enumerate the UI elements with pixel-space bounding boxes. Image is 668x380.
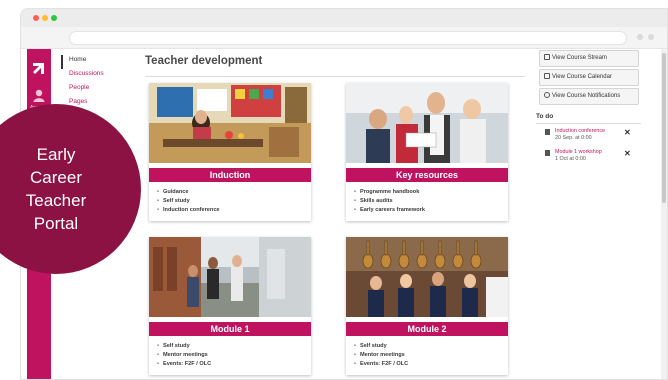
card-link[interactable]: Programme handbook bbox=[354, 188, 508, 197]
view-course-notifications-button[interactable]: View Course Notifications bbox=[539, 88, 639, 105]
course-nav-people[interactable]: People bbox=[61, 83, 121, 97]
view-course-calendar-button[interactable]: View Course Calendar bbox=[539, 69, 639, 86]
user-icon[interactable] bbox=[33, 89, 45, 103]
card-link[interactable]: Early careers framework bbox=[354, 206, 508, 215]
teacher-students-photo bbox=[346, 83, 508, 163]
card-induction[interactable]: Induction Guidance Self study Induction … bbox=[149, 83, 311, 221]
assignment-icon bbox=[545, 129, 550, 135]
course-sidebar: View Course Stream View Course Calendar … bbox=[536, 49, 641, 166]
card-key-resources[interactable]: Key resources Programme handbook Skills … bbox=[346, 83, 508, 221]
card-title: Key resources bbox=[346, 168, 508, 182]
course-nav: Home Discussions People Pages bbox=[61, 55, 121, 111]
course-nav-home[interactable]: Home bbox=[61, 55, 121, 69]
card-link-list: Self study Mentor meetings Events: F2F /… bbox=[149, 336, 311, 375]
badge-line: Career bbox=[30, 168, 82, 187]
button-label: View Course Notifications bbox=[552, 93, 621, 99]
badge-line: Portal bbox=[33, 214, 79, 233]
assignment-icon bbox=[545, 150, 550, 156]
close-window-icon[interactable] bbox=[33, 15, 39, 21]
dismiss-icon[interactable]: ✕ bbox=[624, 128, 631, 137]
course-nav-discussions[interactable]: Discussions bbox=[61, 69, 121, 83]
school-corridor-photo bbox=[149, 237, 311, 317]
todo-heading: To do bbox=[536, 113, 641, 124]
classroom-photo bbox=[149, 83, 311, 163]
music-class-photo bbox=[346, 237, 508, 317]
card-link[interactable]: Mentor meetings bbox=[157, 351, 311, 360]
badge-line: Teacher bbox=[25, 191, 87, 210]
card-link[interactable]: Events: F2F / OLC bbox=[157, 360, 311, 369]
arrow-up-right-icon[interactable] bbox=[32, 61, 46, 75]
menu-icon[interactable] bbox=[648, 34, 654, 40]
button-label: View Course Stream bbox=[552, 55, 607, 61]
card-module-1[interactable]: Module 1 Self study Mentor meetings Even… bbox=[149, 237, 311, 375]
minimize-window-icon[interactable] bbox=[42, 15, 48, 21]
card-link-list: Programme handbook Skills audits Early c… bbox=[346, 182, 508, 221]
address-bar[interactable] bbox=[69, 31, 627, 45]
card-title: Module 2 bbox=[346, 322, 508, 336]
browser-titlebar bbox=[21, 9, 667, 27]
badge-line: Early bbox=[36, 145, 76, 164]
dismiss-icon[interactable]: ✕ bbox=[624, 149, 631, 158]
stream-icon bbox=[544, 54, 550, 60]
page-title: Teacher development bbox=[145, 55, 263, 67]
button-label: View Course Calendar bbox=[552, 74, 612, 80]
maximize-window-icon[interactable] bbox=[51, 15, 57, 21]
scrollbar-thumb[interactable] bbox=[662, 53, 666, 203]
card-link[interactable]: Skills audits bbox=[354, 197, 508, 206]
card-link-list: Guidance Self study Induction conference bbox=[149, 182, 311, 221]
bell-icon bbox=[544, 92, 550, 98]
card-link-list: Self study Mentor meetings Events: F2F /… bbox=[346, 336, 508, 375]
card-link[interactable]: Induction conference bbox=[157, 206, 311, 215]
card-module-2[interactable]: Module 2 Self study Mentor meetings Even… bbox=[346, 237, 508, 375]
card-link[interactable]: Events: F2F / OLC bbox=[354, 360, 508, 369]
view-course-stream-button[interactable]: View Course Stream bbox=[539, 50, 639, 67]
card-link[interactable]: Self study bbox=[354, 342, 508, 351]
title-divider bbox=[145, 76, 525, 77]
calendar-icon bbox=[544, 73, 550, 79]
todo-item: Module 1 workshop 1 Oct at 0:00 ✕ bbox=[536, 145, 641, 166]
page-scrollbar[interactable] bbox=[661, 49, 667, 379]
card-link[interactable]: Mentor meetings bbox=[354, 351, 508, 360]
extension-icon[interactable] bbox=[637, 34, 643, 40]
card-title: Module 1 bbox=[149, 322, 311, 336]
todo-item: Induction conference 20 Sep. at 0:00 ✕ bbox=[536, 124, 641, 145]
card-title: Induction bbox=[149, 168, 311, 182]
card-link[interactable]: Guidance bbox=[157, 188, 311, 197]
card-link[interactable]: Self study bbox=[157, 342, 311, 351]
card-link[interactable]: Self study bbox=[157, 197, 311, 206]
browser-toolbar bbox=[21, 27, 667, 49]
